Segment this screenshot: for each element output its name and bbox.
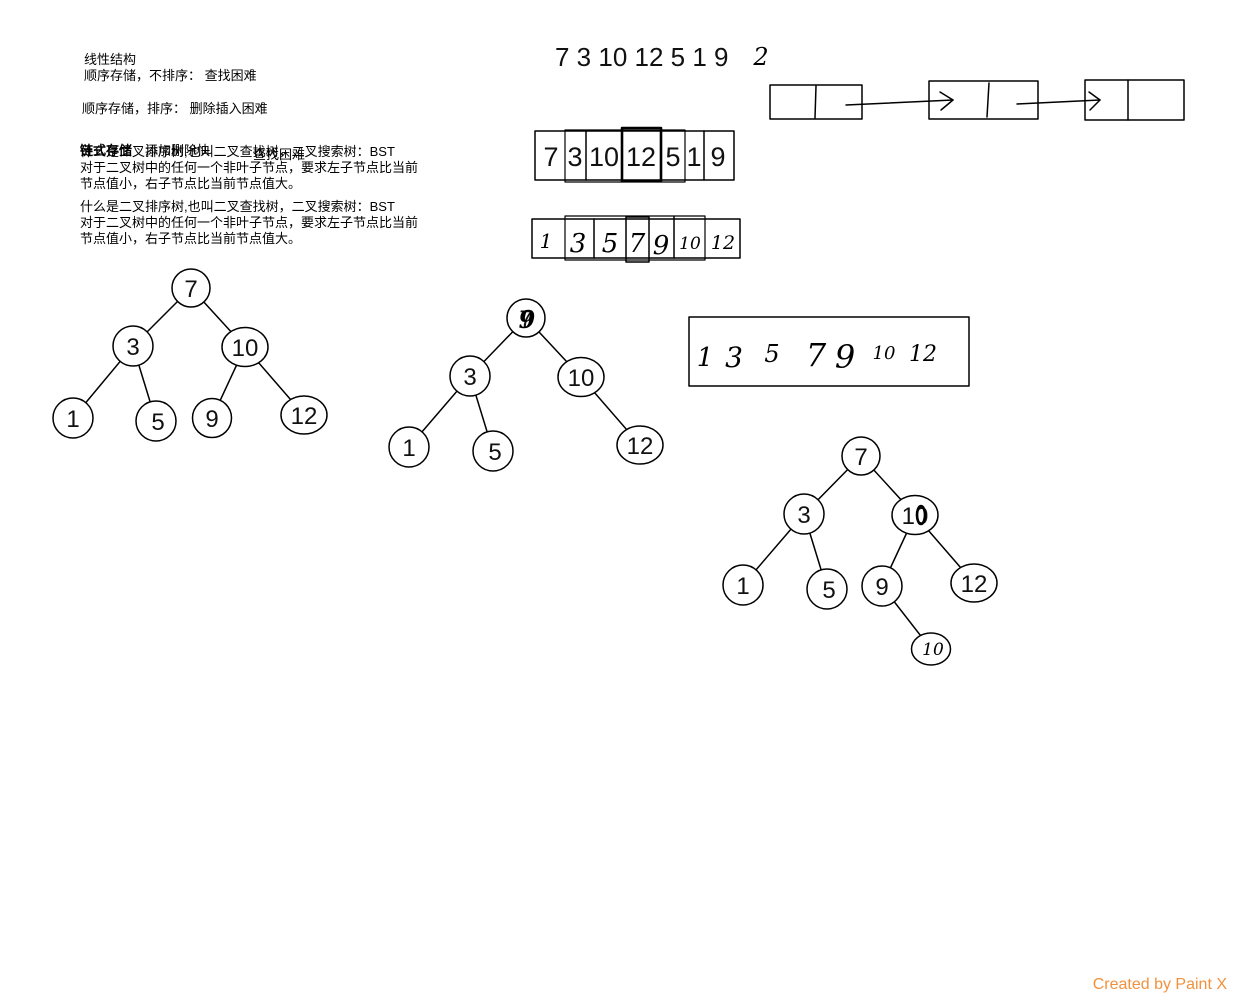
tree3-node-label: 12 bbox=[961, 571, 988, 598]
list-arrow-2 bbox=[1016, 99, 1101, 105]
sorted-value: 9 bbox=[835, 338, 855, 376]
tree1-node-label: 5 bbox=[151, 409, 164, 436]
sorted-value: 12 bbox=[909, 342, 937, 367]
sorted-cell: 3 bbox=[570, 229, 587, 259]
paint-canvas[interactable]: 线性结构 顺序存储，不排序： 查找困难 顺序存储，排序： 删除插入困难 什么是二… bbox=[0, 0, 1233, 1000]
sorted-cell: 9 bbox=[653, 231, 670, 261]
sequence-handwritten: 2 bbox=[752, 43, 768, 71]
linked-list bbox=[769, 79, 1185, 121]
tree3-node-label: 1 bbox=[736, 573, 749, 600]
sorted-array: 1 3 5 7 9 10 12 bbox=[531, 215, 741, 263]
unsorted-cell: 5 bbox=[665, 142, 680, 172]
sorted-value: 1 bbox=[697, 343, 714, 373]
bst-tree-3: 7 3 10 1 5 9 12 10 bbox=[722, 436, 998, 666]
sorted-cell: 1 bbox=[540, 229, 553, 253]
unsorted-cell: 9 bbox=[710, 142, 725, 172]
list-node-2-divider bbox=[986, 82, 990, 118]
tree2-node-label: 10 bbox=[568, 365, 595, 392]
bst-tree-1: 7 3 10 1 5 9 12 bbox=[52, 268, 328, 442]
sequence-typed: 7 3 10 12 5 1 9 bbox=[555, 42, 728, 72]
tree1-node-label: 1 bbox=[66, 406, 79, 433]
unsorted-array: 7 3 10 12 5 1 9 bbox=[534, 126, 735, 183]
tree3-node-label: 7 bbox=[854, 444, 867, 471]
tree2-node-label: 3 bbox=[463, 364, 476, 391]
tree1-node-label: 3 bbox=[126, 334, 139, 361]
tree3-node-label: 9 bbox=[875, 574, 888, 601]
sorted-values-box: 1 3 5 7 9 10 12 bbox=[688, 316, 970, 387]
tree3-node-label: 5 bbox=[822, 577, 835, 604]
unsorted-cell: 1 bbox=[686, 142, 701, 172]
unsorted-cell: 10 bbox=[589, 142, 619, 172]
drawing-layer: 7 3 10 12 5 1 9 2 7 3 10 12 5 1 9 1 3 5 … bbox=[52, 42, 1185, 666]
tree1-node-label: 9 bbox=[205, 406, 218, 433]
tree3-node-label: 3 bbox=[797, 502, 810, 529]
watermark: Created by Paint X bbox=[1092, 976, 1227, 993]
tree2-node-label: 5 bbox=[488, 439, 501, 466]
sorted-value: 3 bbox=[725, 341, 743, 374]
sorted-cell: 10 bbox=[679, 234, 701, 254]
sorted-cell: 12 bbox=[711, 232, 735, 254]
sorted-cell: 5 bbox=[602, 229, 619, 259]
sorted-value: 7 bbox=[806, 336, 827, 374]
bst-tree-2: 7 9 3 10 1 5 12 bbox=[388, 298, 664, 472]
sorted-value: 5 bbox=[764, 340, 779, 368]
sorted-cell: 7 bbox=[629, 229, 646, 259]
tree2-root-overwrite: 9 bbox=[519, 305, 536, 334]
tree2-node-label: 1 bbox=[402, 435, 415, 462]
unsorted-cell: 12 bbox=[626, 142, 656, 172]
tree1-node-label: 10 bbox=[232, 335, 259, 362]
tree3-node-label: 10 bbox=[922, 640, 944, 660]
tree2-node-label: 12 bbox=[627, 433, 654, 460]
list-node-1-divider bbox=[814, 85, 817, 119]
sorted-value: 10 bbox=[873, 343, 896, 364]
tree1-node-label: 12 bbox=[291, 403, 318, 430]
unsorted-cell: 7 bbox=[543, 142, 558, 172]
tree1-node-label: 7 bbox=[184, 276, 197, 303]
unsorted-cell: 3 bbox=[567, 142, 582, 172]
